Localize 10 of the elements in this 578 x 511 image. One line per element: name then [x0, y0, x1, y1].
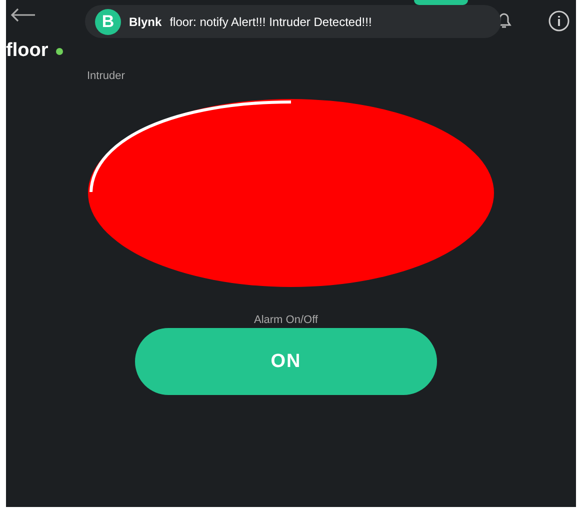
app-name: Blynk	[129, 14, 162, 28]
app-badge: B	[95, 8, 121, 34]
back-arrow-icon[interactable]	[10, 8, 36, 22]
notification-message: floor: notify Alert!!! Intruder Detected!!!	[170, 14, 372, 28]
widget-label: Intruder	[87, 70, 126, 82]
header-tab[interactable]	[414, 0, 468, 5]
widget-label: Alarm On/Off	[254, 314, 318, 326]
info-icon[interactable]	[548, 10, 570, 32]
device-title: floor	[6, 40, 48, 62]
notification-toast[interactable]: B Blynk floor: notify Alert!!! Intruder Detected!!!	[85, 5, 501, 38]
